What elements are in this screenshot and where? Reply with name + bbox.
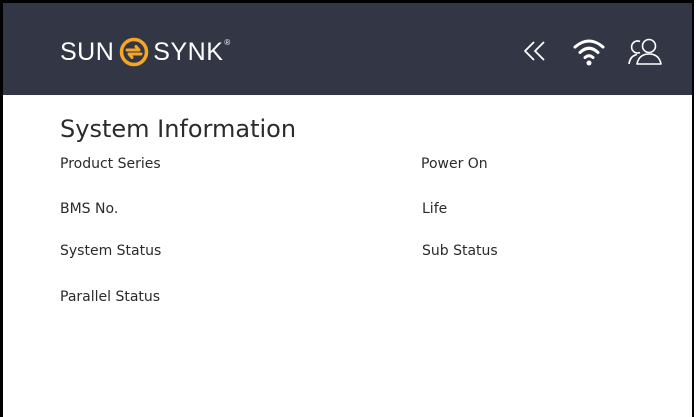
registered-mark: ®: [224, 38, 231, 47]
double-chevron-left-icon[interactable]: [523, 40, 547, 62]
page-title: System Information: [60, 115, 297, 143]
brand-logo: SUN SYNK ®: [60, 36, 231, 68]
product-series-label: Product Series: [60, 156, 161, 172]
top-bar: SUN SYNK ®: [3, 3, 692, 95]
system-status-label: System Status: [60, 243, 162, 259]
parallel-status-label: Parallel Status: [60, 289, 161, 305]
bms-no-label: BMS No.: [60, 201, 119, 217]
sub-status-label: Sub Status: [422, 243, 498, 259]
sunsynk-logo-icon: [120, 37, 149, 67]
wifi-icon[interactable]: [573, 38, 605, 66]
brand-text-left: SUN: [60, 37, 115, 66]
brand-text-right: SYNK: [153, 37, 224, 66]
users-icon[interactable]: [626, 37, 666, 65]
power-on-label: Power On: [421, 156, 488, 172]
life-label: Life: [422, 201, 448, 217]
app-frame: SUN SYNK ® System Information Product Se…: [0, 0, 694, 417]
